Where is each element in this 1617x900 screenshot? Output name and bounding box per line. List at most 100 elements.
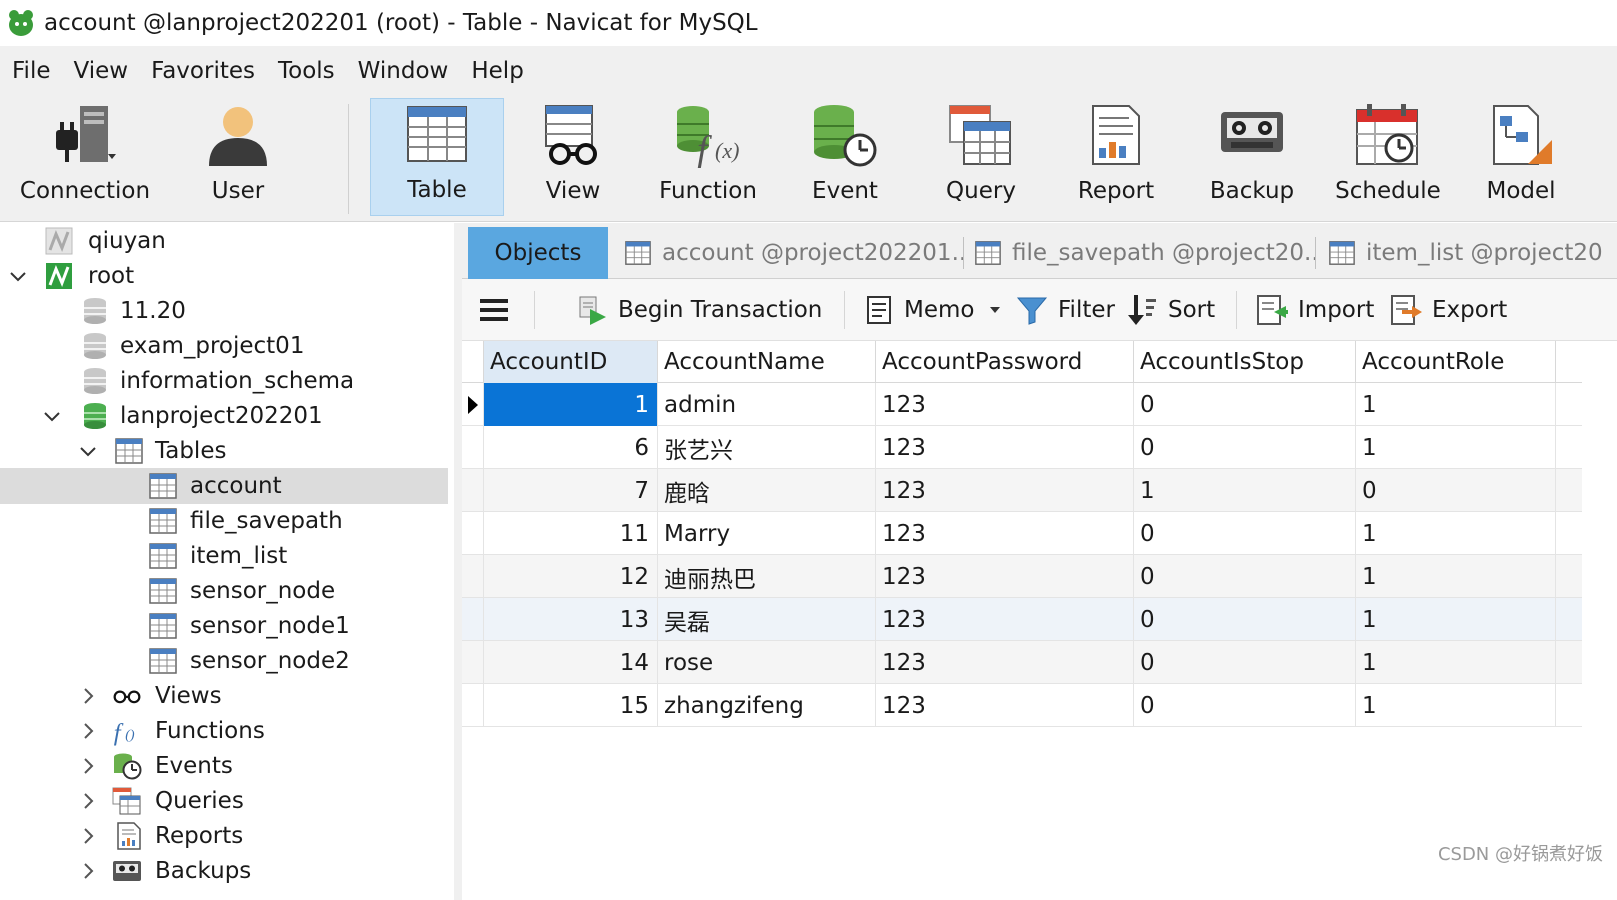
- tab-item-list[interactable]: item_list @project20: [1316, 227, 1617, 279]
- table-cell[interactable]: 15: [484, 684, 658, 727]
- table-row[interactable]: 1 admin 123 0 1: [462, 383, 1582, 426]
- tree-item-db-exam-project01[interactable]: exam_project01: [0, 328, 454, 364]
- column-header-accountrole[interactable]: AccountRole: [1356, 341, 1556, 383]
- table-cell[interactable]: 0: [1134, 641, 1356, 684]
- table-cell[interactable]: 13: [484, 598, 658, 641]
- tree-item-table-sensor-node[interactable]: sensor_node: [0, 573, 454, 609]
- table-cell[interactable]: 123: [876, 426, 1134, 469]
- table-cell[interactable]: 123: [876, 641, 1134, 684]
- tree-item-events[interactable]: Events: [0, 748, 454, 784]
- begin-transaction-button[interactable]: Begin Transaction: [578, 279, 822, 341]
- export-button[interactable]: Export: [1390, 279, 1507, 341]
- table-cell[interactable]: zhangzifeng: [658, 684, 876, 727]
- chevron-down-icon[interactable]: [78, 441, 98, 461]
- tree-item-tables[interactable]: Tables: [0, 433, 454, 469]
- table-row[interactable]: 7 鹿晗 123 1 0: [462, 469, 1582, 512]
- table-cell[interactable]: admin: [658, 383, 876, 426]
- tab-account[interactable]: account @project202201...: [614, 227, 964, 279]
- table-cell[interactable]: 123: [876, 469, 1134, 512]
- row-selector[interactable]: [462, 684, 484, 727]
- table-row[interactable]: 12 迪丽热巴 123 0 1: [462, 555, 1582, 598]
- table-cell[interactable]: 0: [1134, 426, 1356, 469]
- table-cell[interactable]: 123: [876, 598, 1134, 641]
- row-selector[interactable]: [462, 383, 484, 426]
- menu-help[interactable]: Help: [471, 58, 523, 84]
- table-cell[interactable]: Marry: [658, 512, 876, 555]
- table-row[interactable]: 15 zhangzifeng 123 0 1: [462, 684, 1582, 727]
- column-header-accountname[interactable]: AccountName: [658, 341, 876, 383]
- table-cell[interactable]: 12: [484, 555, 658, 598]
- table-cell[interactable]: 1: [1356, 641, 1556, 684]
- event-button[interactable]: Event: [800, 98, 890, 216]
- tree-item-root[interactable]: root: [0, 258, 454, 294]
- tree-item-db-lanproject202201[interactable]: lanproject202201: [0, 398, 454, 434]
- table-cell[interactable]: 1: [1134, 469, 1356, 512]
- filter-button[interactable]: Filter: [1016, 279, 1115, 341]
- tree-item-reports[interactable]: Reports: [0, 818, 454, 854]
- tab-file-savepath[interactable]: file_savepath @project20...: [964, 227, 1316, 279]
- menu-favorites[interactable]: Favorites: [151, 58, 255, 84]
- import-button[interactable]: Import: [1256, 279, 1374, 341]
- row-selector[interactable]: [462, 598, 484, 641]
- tree-item-db-11-20[interactable]: 11.20: [0, 293, 454, 329]
- tree-item-table-file-savepath[interactable]: file_savepath: [0, 503, 454, 539]
- table-cell[interactable]: 0: [1134, 684, 1356, 727]
- view-button[interactable]: View: [526, 98, 620, 216]
- menu-file[interactable]: File: [12, 58, 51, 84]
- row-selector[interactable]: [462, 555, 484, 598]
- chevron-right-icon[interactable]: [78, 721, 98, 741]
- table-cell[interactable]: 6: [484, 426, 658, 469]
- row-selector[interactable]: [462, 426, 484, 469]
- row-selector[interactable]: [462, 469, 484, 512]
- memo-button[interactable]: Memo: [866, 279, 1012, 341]
- caret-down-icon[interactable]: [988, 305, 1002, 315]
- chevron-down-icon[interactable]: [8, 266, 28, 286]
- table-cell[interactable]: 7: [484, 469, 658, 512]
- tree-item-table-sensor-node1[interactable]: sensor_node1: [0, 608, 454, 644]
- column-header-accountisstop[interactable]: AccountIsStop: [1134, 341, 1356, 383]
- column-header-accountpassword[interactable]: AccountPassword: [876, 341, 1134, 383]
- tree-item-functions[interactable]: f () Functions: [0, 713, 454, 749]
- function-button[interactable]: f (x) Function: [652, 98, 764, 216]
- tree-item-table-account[interactable]: account: [0, 468, 448, 504]
- table-cell[interactable]: 123: [876, 512, 1134, 555]
- table-row[interactable]: 13 吴磊 123 0 1: [462, 598, 1582, 641]
- query-button[interactable]: Query: [936, 98, 1026, 216]
- schedule-button[interactable]: Schedule: [1330, 98, 1446, 216]
- table-cell[interactable]: 迪丽热巴: [658, 555, 876, 598]
- tree-item-queries[interactable]: Queries: [0, 783, 454, 819]
- table-cell[interactable]: 0: [1356, 469, 1556, 512]
- user-button[interactable]: User: [196, 98, 280, 216]
- tree-item-table-sensor-node2[interactable]: sensor_node2: [0, 643, 454, 679]
- table-cell[interactable]: 123: [876, 383, 1134, 426]
- table-cell[interactable]: 1: [1356, 598, 1556, 641]
- table-cell[interactable]: 0: [1134, 512, 1356, 555]
- table-cell[interactable]: 14: [484, 641, 658, 684]
- hamburger-menu-button[interactable]: [480, 279, 518, 341]
- tree-item-qiuyan[interactable]: qiuyan: [0, 223, 454, 259]
- row-selector[interactable]: [462, 512, 484, 555]
- table-button[interactable]: Table: [370, 98, 504, 216]
- table-cell[interactable]: 123: [876, 684, 1134, 727]
- backup-button[interactable]: Backup: [1196, 98, 1308, 216]
- tab-objects[interactable]: Objects: [468, 227, 608, 279]
- table-row[interactable]: 11 Marry 123 0 1: [462, 512, 1582, 555]
- table-cell[interactable]: 1: [1356, 555, 1556, 598]
- tree-item-backups[interactable]: Backups: [0, 853, 454, 889]
- table-cell[interactable]: 1: [1356, 383, 1556, 426]
- table-cell[interactable]: 0: [1134, 598, 1356, 641]
- chevron-right-icon[interactable]: [78, 756, 98, 776]
- table-cell[interactable]: 11: [484, 512, 658, 555]
- table-cell[interactable]: 吴磊: [658, 598, 876, 641]
- menu-view[interactable]: View: [74, 58, 129, 84]
- tree-item-db-information-schema[interactable]: information_schema: [0, 363, 454, 399]
- sort-button[interactable]: Sort: [1128, 279, 1215, 341]
- table-cell[interactable]: 0: [1134, 555, 1356, 598]
- connection-button[interactable]: Connection: [10, 98, 160, 216]
- chevron-right-icon[interactable]: [78, 861, 98, 881]
- table-cell[interactable]: 1: [1356, 684, 1556, 727]
- tree-item-views[interactable]: Views: [0, 678, 454, 714]
- table-cell[interactable]: 1: [1356, 512, 1556, 555]
- chevron-right-icon[interactable]: [78, 791, 98, 811]
- menu-tools[interactable]: Tools: [278, 58, 335, 84]
